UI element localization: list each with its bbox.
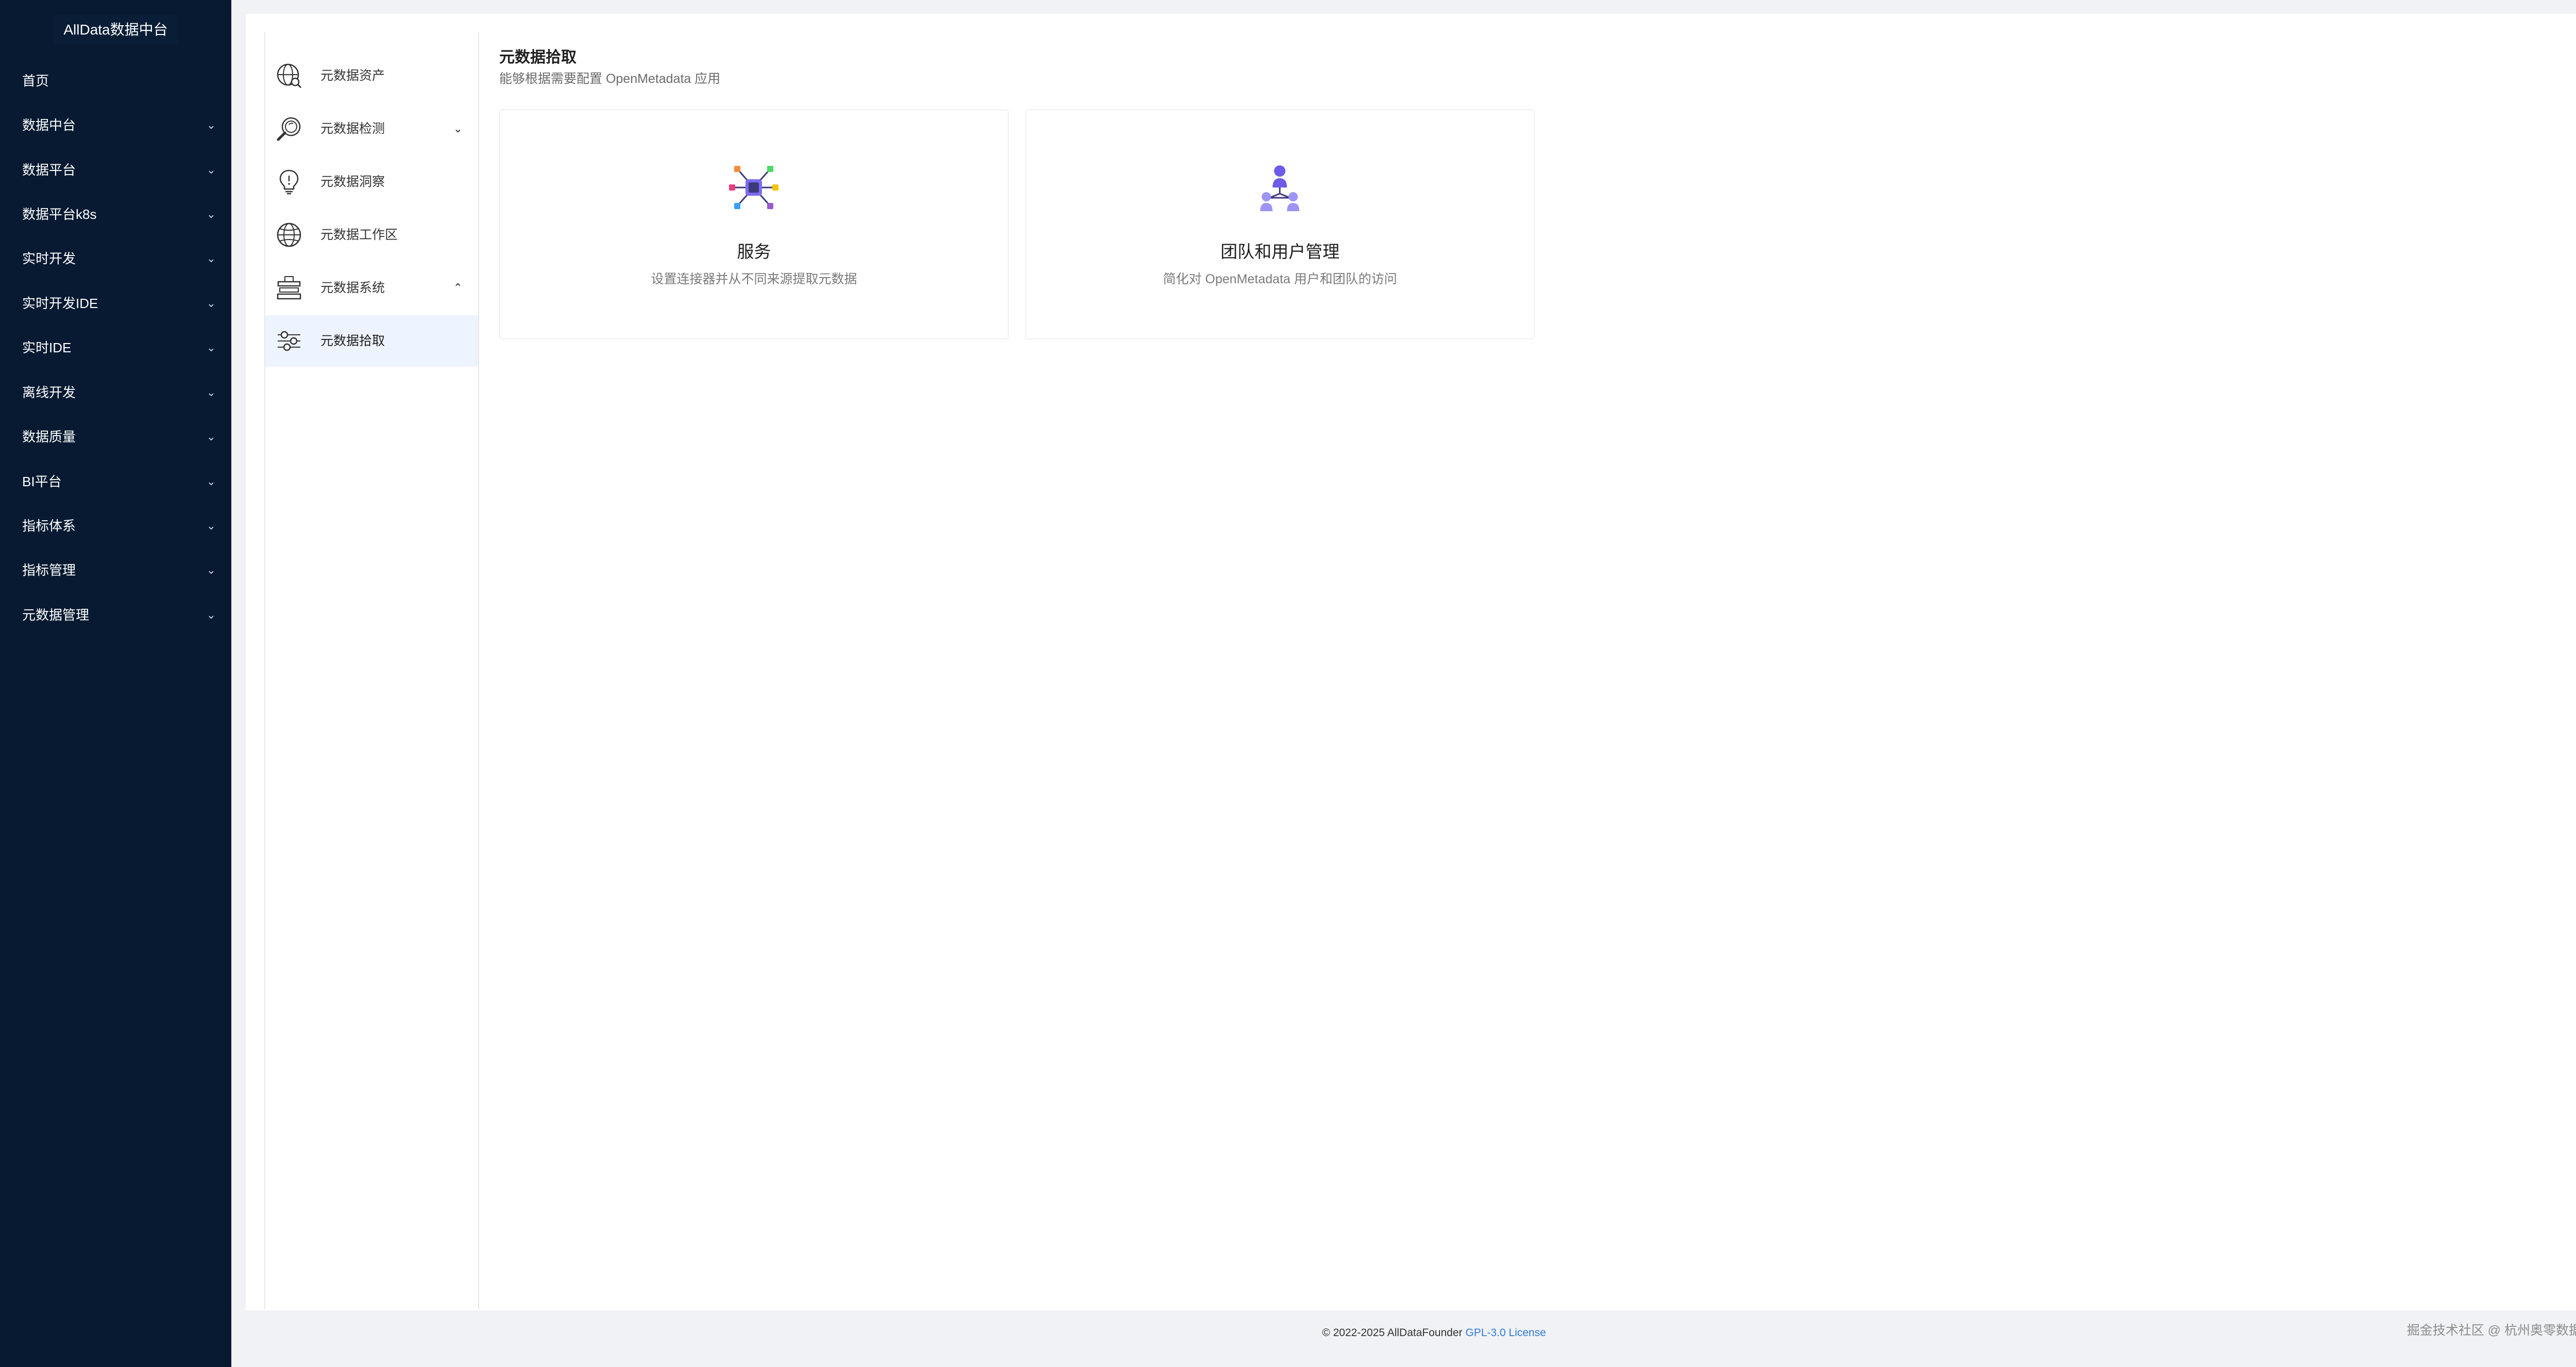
subnav-item-label: 元数据工作区 [320, 228, 398, 242]
sidebar-item-offline-dev[interactable]: 离线开发 ⌄ [0, 370, 231, 415]
sidebar-item-realtime-dev-ide[interactable]: 实时开发IDE ⌄ [0, 281, 231, 326]
footer-copyright: © 2022-2025 AllDataFounder [1322, 1327, 1463, 1339]
chevron-down-icon: ⌄ [206, 608, 216, 621]
sidebar-item-data-platform[interactable]: 数据平台 ⌄ [0, 148, 231, 192]
chevron-up-icon: ⌃ [453, 281, 463, 294]
chevron-down-icon: ⌄ [206, 563, 216, 576]
sidebar-item-metric-system[interactable]: 指标体系 ⌄ [0, 504, 231, 548]
sidebar-item-label: 数据平台k8s [22, 207, 97, 222]
page-title: 元数据拾取 [499, 49, 577, 66]
subnav-item-label: 元数据检测 [320, 122, 385, 136]
subnav-item-metadata-detection[interactable]: 元数据检测 ⌄ [265, 103, 478, 155]
card-description: 设置连接器并从不同来源提取元数据 [651, 272, 857, 286]
sidebar-item-label: 数据中台 [22, 117, 76, 133]
sidebar-item-label: 数据平台 [22, 162, 76, 178]
sidebar-item-label: 指标管理 [22, 562, 76, 578]
card-title: 服务 [737, 242, 771, 261]
building-icon [277, 276, 301, 300]
subnav-item-label: 元数据资产 [320, 69, 385, 83]
chevron-down-icon: ⌄ [206, 341, 216, 354]
chevron-down-icon: ⌄ [206, 519, 216, 532]
sidebar-item-bi-platform[interactable]: BI平台 ⌄ [0, 459, 231, 504]
magnifier-icon [277, 117, 301, 141]
subnav-item-metadata-assets[interactable]: 元数据资产 [265, 50, 478, 101]
footer: © 2022-2025 AllDataFounder GPL-3.0 Licen… [231, 1327, 2576, 1339]
card-title: 团队和用户管理 [1221, 242, 1340, 261]
sidebar-item-realtime-dev[interactable]: 实时开发 ⌄ [0, 236, 231, 281]
chevron-down-icon: ⌄ [206, 430, 216, 443]
sidebar-item-home[interactable]: 首页 [0, 59, 231, 103]
chevron-down-icon: ⌄ [206, 163, 216, 176]
globe-icon [277, 223, 301, 247]
team-user-management-card[interactable]: 团队和用户管理 简化对 OpenMetadata 用户和团队的访问 [1025, 109, 1535, 339]
sidebar-item-label: 实时开发IDE [22, 296, 98, 311]
chevron-down-icon: ⌄ [206, 208, 216, 220]
sidebar-item-metric-management[interactable]: 指标管理 ⌄ [0, 548, 231, 592]
sidebar-item-label: BI平台 [22, 474, 62, 489]
watermark: 掘金技术社区 @ 杭州奥零数据科技 [2406, 1323, 2576, 1338]
sliders-icon [278, 331, 300, 351]
sidebar-item-data-platform-k8s[interactable]: 数据平台k8s ⌄ [0, 192, 231, 236]
sidebar-item-metadata-management[interactable]: 元数据管理 ⌄ [0, 593, 231, 637]
sidebar-item-label: 指标体系 [22, 518, 76, 534]
sidebar-item-label: 实时开发 [22, 251, 76, 266]
subnav-item-metadata-insights[interactable]: 元数据洞察 [265, 156, 478, 208]
subnav-item-label: 元数据系统 [320, 281, 385, 295]
license-link[interactable]: GPL-3.0 License [1465, 1327, 1546, 1339]
services-card[interactable]: 服务 设置连接器并从不同来源提取元数据 [499, 109, 1009, 339]
team-users-icon [1260, 165, 1299, 211]
sidebar-item-label: 元数据管理 [22, 607, 90, 623]
subnav-item-label: 元数据洞察 [320, 175, 385, 189]
connector-hub-icon [729, 166, 778, 209]
subnav-item-metadata-workspace[interactable]: 元数据工作区 [265, 209, 478, 261]
sidebar-item-label: 数据质量 [22, 429, 76, 445]
lightbulb-icon [279, 169, 299, 195]
chevron-down-icon: ⌄ [206, 252, 216, 265]
sidebar-item-label: 离线开发 [22, 385, 76, 400]
page-subtitle: 能够根据需要配置 OpenMetadata 应用 [499, 72, 721, 86]
metadata-subnav: 元数据资产 元数据检测 ⌄ 元数据洞察 元数据工作区 元数据系统 ⌃ 元数据拾取 [264, 32, 479, 1309]
brand-title: AllData数据中台 [53, 15, 178, 44]
main-sidebar: AllData数据中台 首页 数据中台 ⌄ 数据平台 ⌄ 数据平台k8s ⌄ 实… [0, 0, 231, 1367]
brand-logo[interactable]: AllData数据中台 [0, 15, 231, 44]
subnav-item-label: 元数据拾取 [320, 334, 385, 348]
sidebar-item-label: 首页 [22, 73, 49, 89]
sidebar-item-label: 实时IDE [22, 340, 72, 355]
sidebar-item-data-center[interactable]: 数据中台 ⌄ [0, 103, 231, 147]
subnav-item-metadata-system[interactable]: 元数据系统 ⌃ [265, 262, 478, 314]
sidebar-item-realtime-ide[interactable]: 实时IDE ⌄ [0, 326, 231, 370]
card-description: 简化对 OpenMetadata 用户和团队的访问 [1163, 272, 1397, 286]
chevron-down-icon: ⌄ [206, 297, 216, 310]
chevron-down-icon: ⌄ [206, 475, 216, 488]
chevron-down-icon: ⌄ [206, 386, 216, 399]
chevron-down-icon: ⌄ [206, 118, 216, 131]
globe-search-icon [277, 63, 302, 89]
sidebar-item-data-quality[interactable]: 数据质量 ⌄ [0, 415, 231, 459]
chevron-down-icon: ⌄ [453, 122, 463, 135]
subnav-item-metadata-ingestion[interactable]: 元数据拾取 [265, 315, 478, 367]
